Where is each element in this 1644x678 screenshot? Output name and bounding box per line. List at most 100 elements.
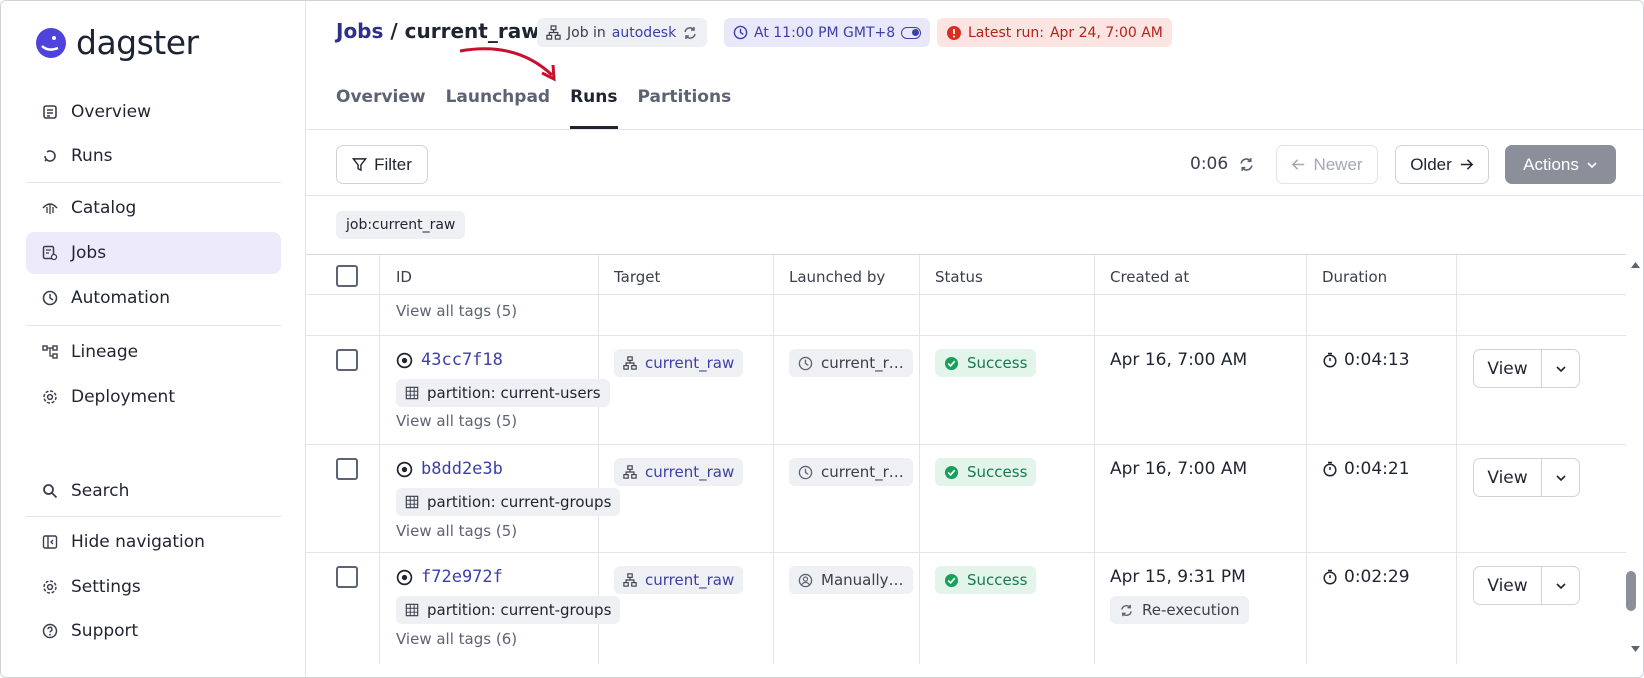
column-header-duration[interactable]: Duration [1322, 268, 1387, 286]
column-header-launched-by[interactable]: Launched by [789, 268, 885, 286]
refresh-indicator[interactable]: 0:06 [1190, 154, 1255, 174]
sidebar-item-runs[interactable]: Runs [26, 135, 281, 177]
target-label: current_raw [645, 571, 735, 589]
main-content: Jobs / current_raw Job in autodesk At 11… [306, 1, 1643, 677]
sidebar-item-hide-navigation[interactable]: Hide navigation [26, 521, 281, 563]
launched-by-chip[interactable]: Manually… [789, 566, 913, 594]
column-divider [379, 254, 380, 664]
row-divider [306, 294, 1626, 295]
view-all-tags-link[interactable]: View all tags (5) [396, 522, 517, 540]
reload-icon[interactable] [682, 25, 698, 41]
actions-button[interactable]: Actions [1505, 145, 1616, 184]
sidebar-item-search[interactable]: Search [26, 470, 281, 512]
tab-overview[interactable]: Overview [336, 81, 426, 129]
sidebar-item-support[interactable]: Support [26, 610, 281, 652]
sidebar-item-overview[interactable]: Overview [26, 91, 281, 133]
status-label: Success [967, 463, 1028, 481]
column-header-created-at[interactable]: Created at [1110, 268, 1189, 286]
row-divider [306, 335, 1626, 336]
run-duration: 0:04:21 [1322, 459, 1410, 479]
scroll-down-arrow-icon[interactable] [1631, 646, 1640, 652]
hide-nav-icon [41, 533, 59, 551]
run-id: 43cc7f18 [421, 350, 503, 370]
launched-by-label: current_r… [821, 463, 904, 481]
run-id-link[interactable]: 43cc7f18 [396, 350, 503, 370]
select-all-checkbox[interactable] [336, 265, 358, 287]
partition-tag[interactable]: partition: current-users [396, 379, 610, 407]
column-divider [1306, 254, 1307, 664]
filter-button[interactable]: Filter [336, 145, 428, 184]
scrollbar-thumb[interactable] [1626, 571, 1636, 611]
reexecution-tag[interactable]: Re-execution [1110, 596, 1249, 624]
row-checkbox[interactable] [336, 566, 358, 588]
column-header-target[interactable]: Target [614, 268, 660, 286]
breadcrumb-jobs[interactable]: Jobs [336, 19, 383, 43]
row-divider [306, 552, 1626, 553]
schedule-pill[interactable]: At 11:00 PM GMT+8 [724, 18, 931, 47]
active-filter-chip[interactable]: job:current_raw [336, 211, 466, 239]
nav-divider [26, 182, 281, 183]
run-id-link[interactable]: b8dd2e3b [396, 459, 503, 479]
target-chip[interactable]: current_raw [614, 349, 744, 377]
created-at[interactable]: Apr 15, 9:31 PM [1110, 567, 1246, 587]
view-button[interactable]: View [1474, 350, 1542, 387]
view-menu-toggle[interactable] [1542, 459, 1579, 496]
sidebar-item-deployment[interactable]: Deployment [26, 376, 281, 418]
arrow-left-icon [1292, 159, 1305, 170]
tab-launchpad[interactable]: Launchpad [446, 81, 551, 129]
schedule-toggle[interactable] [901, 26, 922, 39]
sidebar-item-jobs[interactable]: Jobs [26, 232, 281, 274]
launched-by-chip[interactable]: current_r… [789, 458, 913, 486]
partition-tag[interactable]: partition: current-groups [396, 488, 621, 516]
older-button[interactable]: Older [1395, 145, 1489, 184]
target-chip[interactable]: current_raw [614, 566, 744, 594]
view-button[interactable]: View [1474, 459, 1542, 496]
nav-divider [26, 325, 281, 326]
dagster-logo-icon [36, 27, 66, 58]
partition-tag[interactable]: partition: current-groups [396, 596, 621, 624]
run-id-link[interactable]: f72e972f [396, 567, 503, 587]
sidebar-item-catalog[interactable]: Catalog [26, 187, 281, 229]
view-menu-toggle[interactable] [1542, 350, 1579, 387]
latest-run-pill[interactable]: Latest run: Apr 24, 7:00 AM [937, 18, 1172, 47]
sidebar-item-automation[interactable]: Automation [26, 277, 281, 319]
runs-icon [41, 147, 59, 165]
view-all-tags-link[interactable]: View all tags (5) [396, 302, 517, 320]
row-checkbox[interactable] [336, 349, 358, 371]
column-header-id[interactable]: ID [396, 268, 412, 286]
view-button[interactable]: View [1474, 567, 1542, 604]
filter-icon [352, 158, 368, 172]
sidebar-item-label: Jobs [71, 243, 107, 263]
newer-button[interactable]: Newer [1276, 145, 1378, 184]
view-menu-toggle[interactable] [1542, 567, 1579, 604]
sidebar-item-label: Overview [71, 102, 152, 122]
view-run-split-button: View [1473, 349, 1580, 388]
divider [306, 129, 1643, 130]
run-status-icon [396, 569, 413, 585]
target-label: current_raw [645, 354, 735, 372]
divider [306, 195, 1643, 196]
job-in-label: Job in [567, 24, 606, 41]
created-at[interactable]: Apr 16, 7:00 AM [1110, 459, 1247, 479]
clock-icon [798, 465, 813, 479]
logo[interactable]: dagster [34, 23, 199, 62]
target-chip[interactable]: current_raw [614, 458, 744, 486]
row-checkbox[interactable] [336, 458, 358, 480]
view-all-tags-link[interactable]: View all tags (5) [396, 412, 517, 430]
column-header-status[interactable]: Status [935, 268, 983, 286]
partition-icon [405, 603, 419, 617]
launched-by-chip[interactable]: current_r… [789, 349, 913, 377]
scroll-up-arrow-icon[interactable] [1631, 262, 1640, 268]
tab-runs[interactable]: Runs [570, 81, 618, 129]
sidebar-item-lineage[interactable]: Lineage [26, 331, 281, 373]
view-all-tags-link[interactable]: View all tags (6) [396, 630, 517, 648]
help-icon [41, 622, 59, 640]
status-badge: Success [935, 349, 1037, 377]
created-at[interactable]: Apr 16, 7:00 AM [1110, 350, 1247, 370]
sidebar-item-settings[interactable]: Settings [26, 566, 281, 608]
chevron-down-icon [1555, 474, 1566, 481]
older-label: Older [1410, 154, 1452, 174]
latest-run-label: Latest run: [968, 24, 1044, 41]
code-location-link[interactable]: autodesk [612, 25, 676, 41]
tab-partitions[interactable]: Partitions [638, 81, 732, 129]
